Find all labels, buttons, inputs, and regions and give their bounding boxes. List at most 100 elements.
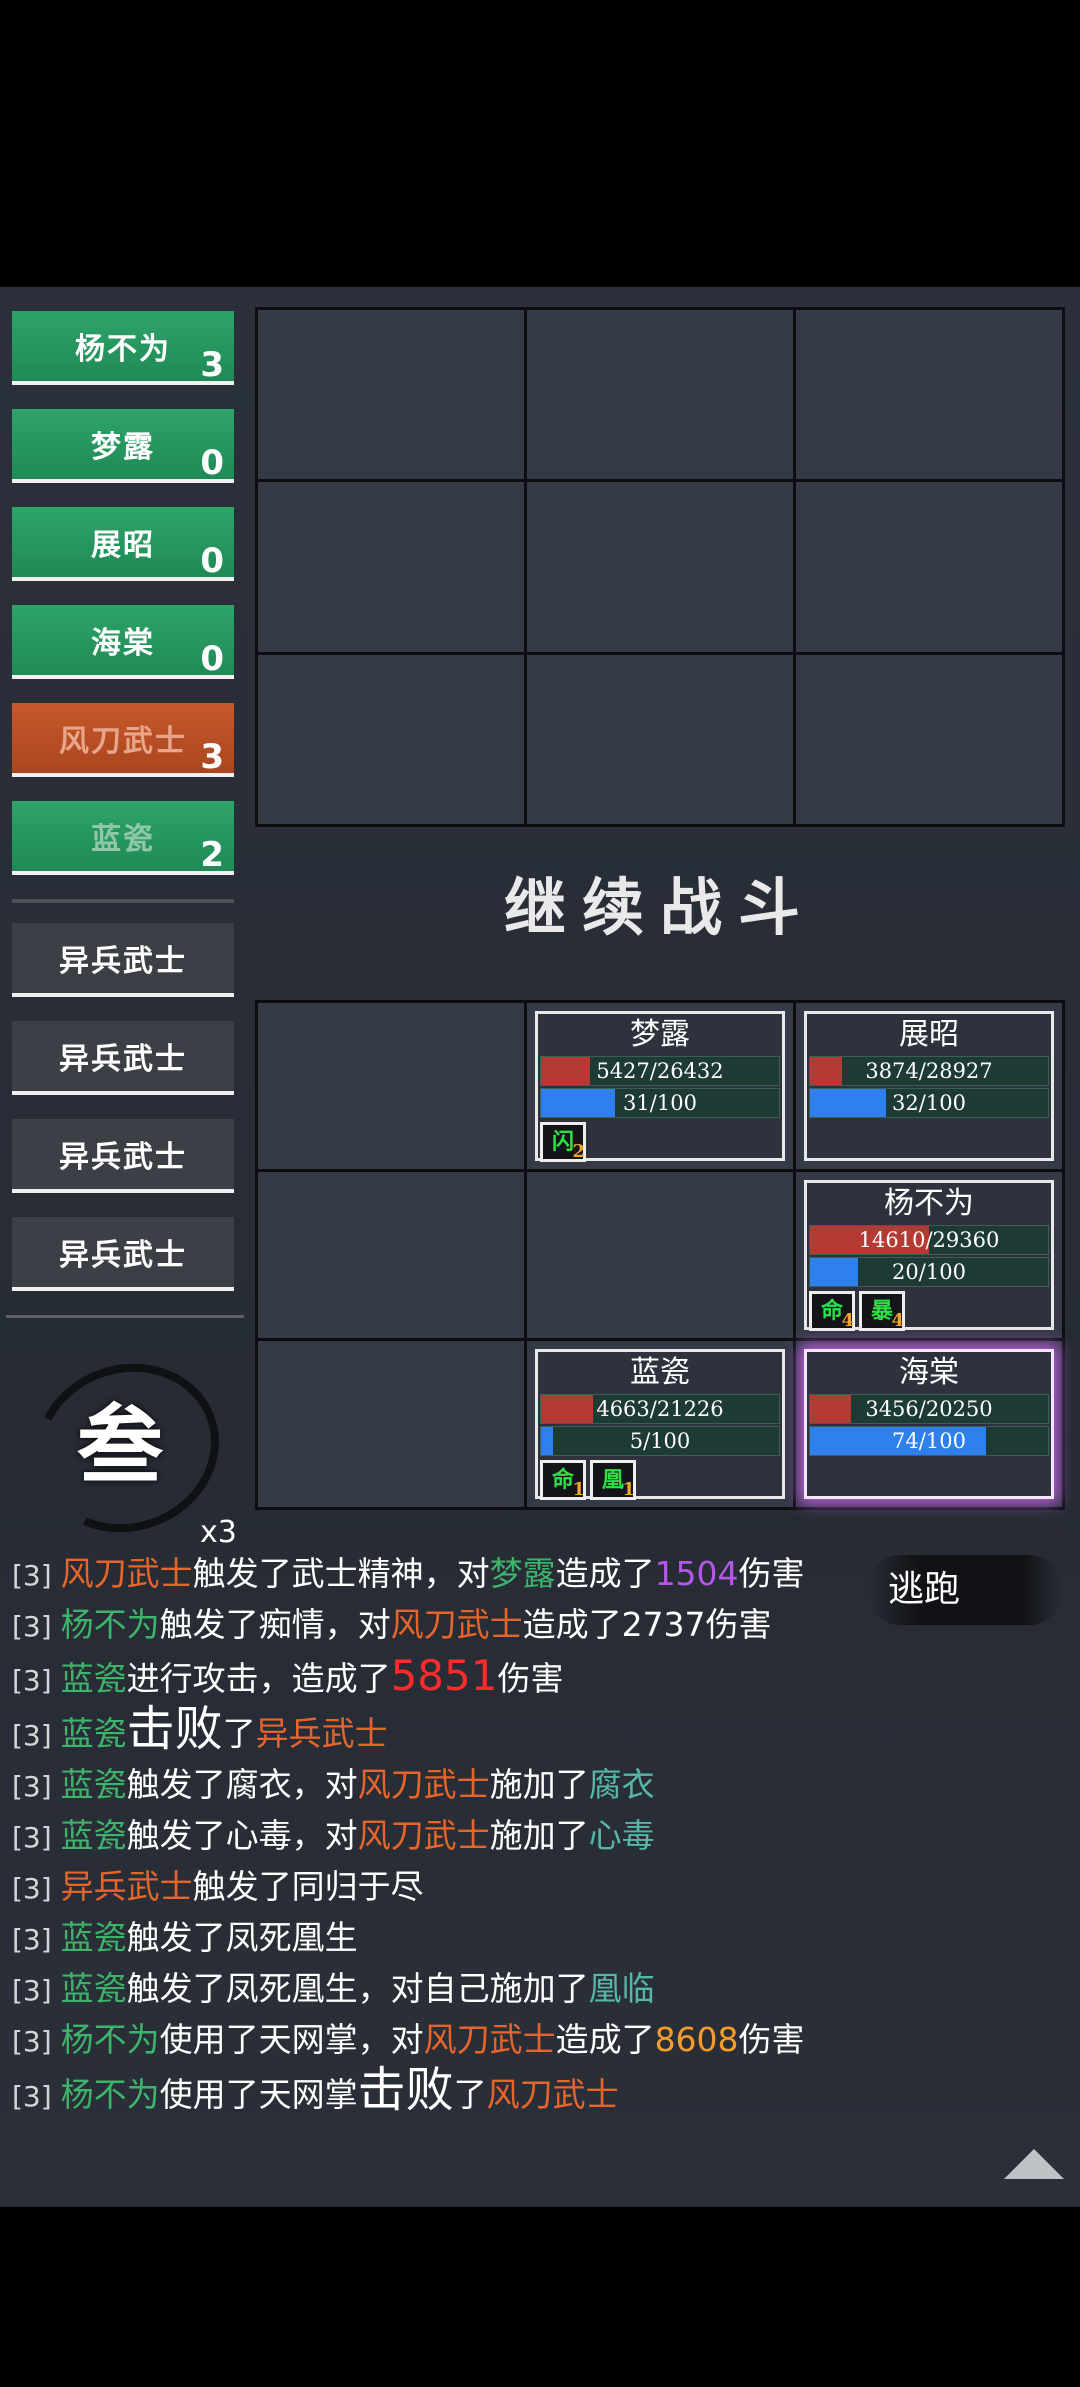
enemy-slot[interactable] xyxy=(796,654,1062,824)
log-segment: 施加了 xyxy=(489,1765,589,1804)
buff-glyph: 凰 xyxy=(601,1467,624,1493)
log-segment: 触发了腐衣，对 xyxy=(126,1765,358,1804)
log-entry: [3] 蓝瓷击败了异兵武士 xyxy=(12,1705,1062,1760)
log-segment: 了 xyxy=(222,1714,256,1753)
hp-bar: 4663/21226 xyxy=(540,1394,780,1424)
unit-name: 蓝瓷 xyxy=(630,1355,690,1390)
log-segment: 杨不为 xyxy=(60,2075,160,2114)
continue-battle-button[interactable]: 继续战斗 xyxy=(255,857,1065,947)
turn-order-name: 异兵武士 xyxy=(59,944,187,979)
enemy-slot[interactable] xyxy=(796,310,1062,480)
enemy-slot[interactable] xyxy=(796,482,1062,652)
turn-order-item[interactable]: 梦露 0 xyxy=(12,409,234,483)
log-segment: 触发了痴情，对 xyxy=(159,1605,391,1644)
log-turn-tag: [3] xyxy=(12,1974,61,2007)
ally-slot[interactable] xyxy=(258,1003,524,1169)
log-segment: 触发了凤死凰生 xyxy=(126,1918,358,1957)
turn-order-item[interactable]: 异兵武士 xyxy=(12,1217,234,1291)
log-segment: 风刀武士 xyxy=(423,2020,556,2059)
hp-bar-text: 4663/21226 xyxy=(596,1397,724,1421)
log-segment: 击败 xyxy=(357,2062,454,2118)
ally-slot[interactable] xyxy=(258,1172,524,1338)
log-segment: 蓝瓷 xyxy=(60,1765,127,1804)
enemy-slot[interactable] xyxy=(258,310,524,480)
hp-bar-text: 3874/28927 xyxy=(865,1059,993,1083)
turn-order-count: 0 xyxy=(200,443,226,483)
turn-order-item[interactable]: 异兵武士 xyxy=(12,923,234,997)
battle-screen: 杨不为 3 梦露 0 展昭 0 海棠 0 风刀武士 3 蓝瓷 2 异兵武士 异兵武士 异兵武士 异兵武士 叁 … xyxy=(0,287,1080,2207)
log-segment: 心毒 xyxy=(588,1816,655,1855)
buff-icon[interactable]: 凰1 xyxy=(590,1460,636,1500)
log-segment: 凰临 xyxy=(588,1969,655,2008)
hp-bar: 5427/26432 xyxy=(540,1056,780,1086)
scroll-up-arrow-icon[interactable] xyxy=(1004,2149,1064,2179)
ally-slot[interactable]: 杨不为 14610/29360 20/100 命 4 暴 4 xyxy=(796,1172,1062,1338)
buff-icon[interactable]: 暴4 xyxy=(859,1291,905,1331)
log-turn-tag: [3] xyxy=(12,1923,61,1956)
turn-order-item[interactable]: 风刀武士 3 xyxy=(12,703,234,777)
log-segment: 使用了天网掌 xyxy=(159,2075,358,2114)
hp-bar-text: 5427/26432 xyxy=(596,1059,724,1083)
unit-card[interactable]: 展昭 3874/28927 32/100 xyxy=(804,1011,1054,1161)
turn-order-item[interactable]: 异兵武士 xyxy=(12,1119,234,1193)
buff-icon[interactable]: 命1 xyxy=(540,1460,586,1500)
ally-slot[interactable]: 蓝瓷 4663/21226 5/100 命 1 凰 1 xyxy=(527,1341,793,1507)
ally-slot[interactable] xyxy=(527,1172,793,1338)
speed-multiplier[interactable]: x3 xyxy=(200,1515,237,1550)
ally-slot[interactable]: 海棠 3456/20250 74/100 xyxy=(796,1341,1062,1507)
flee-button[interactable]: 逃跑 xyxy=(870,1555,1060,1625)
log-segment: 风刀武士 xyxy=(486,2075,619,2114)
buff-list: 命4暴4 xyxy=(809,1291,1051,1331)
turn-order-name: 展昭 xyxy=(91,528,155,563)
turn-order-name: 异兵武士 xyxy=(59,1140,187,1175)
turn-order-item[interactable]: 海棠 0 xyxy=(12,605,234,679)
buff-icon[interactable]: 命4 xyxy=(809,1291,855,1331)
log-segment: 异兵武士 xyxy=(255,1714,388,1753)
divider xyxy=(6,1315,244,1318)
unit-card[interactable]: 杨不为 14610/29360 20/100 命 4 暴 4 xyxy=(804,1180,1054,1331)
turn-order-item[interactable]: 展昭 0 xyxy=(12,507,234,581)
enemy-slot[interactable] xyxy=(258,654,524,824)
turn-order-count: 3 xyxy=(200,737,226,777)
hp-bar: 3456/20250 xyxy=(809,1394,1049,1424)
log-turn-tag: [3] xyxy=(12,2080,61,2113)
log-entry: [3] 杨不为使用了天网掌，对风刀武士造成了8608伤害 xyxy=(12,2015,1062,2066)
enemy-slot[interactable] xyxy=(527,482,793,652)
log-segment: 风刀武士 xyxy=(390,1605,523,1644)
battle-log: [3] 风刀武士触发了武士精神，对梦露造成了1504伤害 [3] 杨不为触发了痴情… xyxy=(12,1549,1062,2121)
log-segment: 击败 xyxy=(126,1701,223,1757)
unit-card[interactable]: 海棠 3456/20250 74/100 xyxy=(804,1349,1054,1499)
buff-icon[interactable]: 闪2 xyxy=(540,1122,586,1162)
ally-slot[interactable] xyxy=(258,1341,524,1507)
log-segment: 梦露 xyxy=(489,1554,556,1593)
ally-slot[interactable]: 展昭 3874/28927 32/100 xyxy=(796,1003,1062,1169)
enemy-slot[interactable] xyxy=(258,482,524,652)
log-segment: 蓝瓷 xyxy=(60,1969,127,2008)
log-segment: 风刀武士 xyxy=(60,1554,193,1593)
turn-order-name: 异兵武士 xyxy=(59,1042,187,1077)
mp-bar: 5/100 xyxy=(540,1426,780,1456)
unit-name: 杨不为 xyxy=(884,1186,974,1221)
unit-card[interactable]: 蓝瓷 4663/21226 5/100 命 1 凰 1 xyxy=(535,1349,785,1500)
log-segment: 8608 xyxy=(654,2020,739,2059)
ally-grid: 梦露 5427/26432 31/100 闪 2 展昭 3874/28927 32/100 … xyxy=(255,1000,1065,1510)
log-segment: 进行攻击，造成了 xyxy=(126,1659,391,1698)
log-segment: 风刀武士 xyxy=(357,1816,490,1855)
enemy-grid xyxy=(255,307,1065,827)
turn-order-item[interactable]: 杨不为 3 xyxy=(12,311,234,385)
turn-order-item[interactable]: 蓝瓷 2 xyxy=(12,801,234,875)
log-segment: 触发了同归于尽 xyxy=(192,1867,424,1906)
enemy-slot[interactable] xyxy=(527,654,793,824)
turn-order-list: 杨不为 3 梦露 0 展昭 0 海棠 0 风刀武士 3 蓝瓷 2 异兵武士 异兵武士 异兵武士 异兵武士 xyxy=(12,311,234,1315)
turn-order-item[interactable]: 异兵武士 xyxy=(12,1021,234,1095)
log-segment: 伤害 xyxy=(738,1554,805,1593)
ally-slot[interactable]: 梦露 5427/26432 31/100 闪 2 xyxy=(527,1003,793,1169)
log-segment: 5851 xyxy=(390,1651,498,1700)
log-segment: 使用了天网掌，对 xyxy=(159,2020,424,2059)
unit-card[interactable]: 梦露 5427/26432 31/100 闪 2 xyxy=(535,1011,785,1162)
log-segment: 触发了心毒，对 xyxy=(126,1816,358,1855)
log-segment: 伤害 xyxy=(497,1659,564,1698)
enemy-slot[interactable] xyxy=(527,310,793,480)
turn-order-count: 0 xyxy=(200,541,226,581)
turn-order-count: 2 xyxy=(200,835,226,875)
